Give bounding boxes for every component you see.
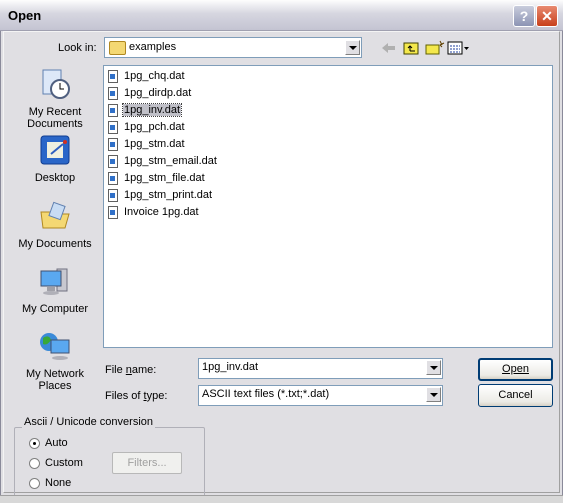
dat-file-icon	[108, 189, 118, 202]
my-documents-icon	[40, 201, 70, 229]
chevron-down-icon[interactable]	[345, 40, 360, 55]
folder-icon	[109, 41, 126, 55]
file-item-label: 1pg_pch.dat	[124, 121, 185, 133]
radio-label: Custom	[45, 457, 83, 469]
recent-documents-icon	[42, 69, 70, 99]
dat-file-icon	[108, 172, 118, 185]
new-folder-icon[interactable]	[425, 40, 445, 55]
open-button[interactable]: Open	[478, 358, 553, 381]
dat-file-icon	[108, 87, 118, 100]
look-in-label: Look in:	[58, 42, 97, 54]
file-item-label: 1pg_inv.dat	[121, 103, 183, 117]
place-label: Desktop	[34, 172, 76, 184]
dat-file-icon	[108, 121, 118, 134]
window-title: Open	[8, 8, 42, 23]
file-list[interactable]: 1pg_chq.dat 1pg_dirdp.dat 1pg_inv.dat 1pg_p…	[103, 65, 553, 348]
network-places-icon	[40, 333, 70, 360]
file-item-label: 1pg_dirdp.dat	[124, 87, 192, 99]
up-folder-icon[interactable]	[403, 42, 419, 55]
file-name-combo[interactable]: 1pg_inv.dat	[198, 358, 443, 379]
place-recent-documents[interactable]: My Recent Documents	[14, 68, 96, 130]
radio-button[interactable]	[29, 478, 40, 489]
look-in-combo[interactable]: examples	[104, 37, 362, 58]
look-in-value: examples	[129, 41, 177, 53]
view-menu-icon[interactable]	[447, 41, 469, 55]
place-label: My Documents	[18, 238, 92, 250]
radio-button[interactable]	[29, 458, 40, 469]
back-arrow-icon[interactable]	[382, 43, 395, 53]
file-name-label: File name:	[105, 364, 157, 376]
place-label: My Recent Documents	[27, 106, 83, 130]
file-item-label: 1pg_stm_email.dat	[124, 155, 217, 167]
dat-file-icon	[108, 70, 118, 83]
place-label: My Computer	[21, 303, 89, 315]
file-item-label: 1pg_chq.dat	[124, 70, 185, 82]
dat-file-icon	[108, 155, 118, 168]
file-name-value: 1pg_inv.dat	[202, 361, 259, 373]
file-item-label: 1pg_stm_file.dat	[124, 172, 205, 184]
file-item-label: 1pg_stm.dat	[124, 138, 185, 150]
dat-file-icon	[108, 104, 118, 117]
place-my-documents[interactable]: My Documents	[14, 200, 96, 250]
file-type-value: ASCII text files (*.txt;*.dat)	[202, 388, 330, 400]
cancel-button[interactable]: Cancel	[478, 384, 553, 407]
chevron-down-icon[interactable]	[426, 387, 441, 402]
desktop-icon	[40, 135, 70, 165]
help-button[interactable]: ?	[513, 5, 535, 27]
place-my-computer[interactable]: My Computer	[14, 265, 96, 315]
file-type-label: Files of type:	[105, 390, 168, 402]
radio-label: None	[45, 477, 72, 489]
file-item-label: Invoice 1pg.dat	[124, 206, 199, 218]
filters-button[interactable]: Filters...	[112, 452, 182, 474]
radio-label: Auto	[45, 437, 68, 449]
conversion-group-title: Ascii / Unicode conversion	[22, 416, 156, 428]
file-type-combo[interactable]: ASCII text files (*.txt;*.dat)	[198, 385, 443, 406]
close-button[interactable]: ✕	[536, 5, 558, 27]
title-bar[interactable]: Open ? ✕	[0, 0, 563, 31]
chevron-down-icon[interactable]	[426, 360, 441, 375]
toolbar	[382, 40, 469, 55]
dat-file-icon	[108, 138, 118, 151]
place-desktop[interactable]: Desktop	[14, 134, 96, 184]
radio-button[interactable]	[29, 438, 40, 449]
file-item-label: 1pg_stm_print.dat	[124, 189, 213, 201]
open-button-label: Open	[502, 363, 529, 375]
dat-file-icon	[108, 206, 118, 219]
place-label: My Network Places	[25, 368, 85, 392]
place-network-places[interactable]: My Network Places	[14, 330, 96, 392]
my-computer-icon	[40, 268, 68, 295]
